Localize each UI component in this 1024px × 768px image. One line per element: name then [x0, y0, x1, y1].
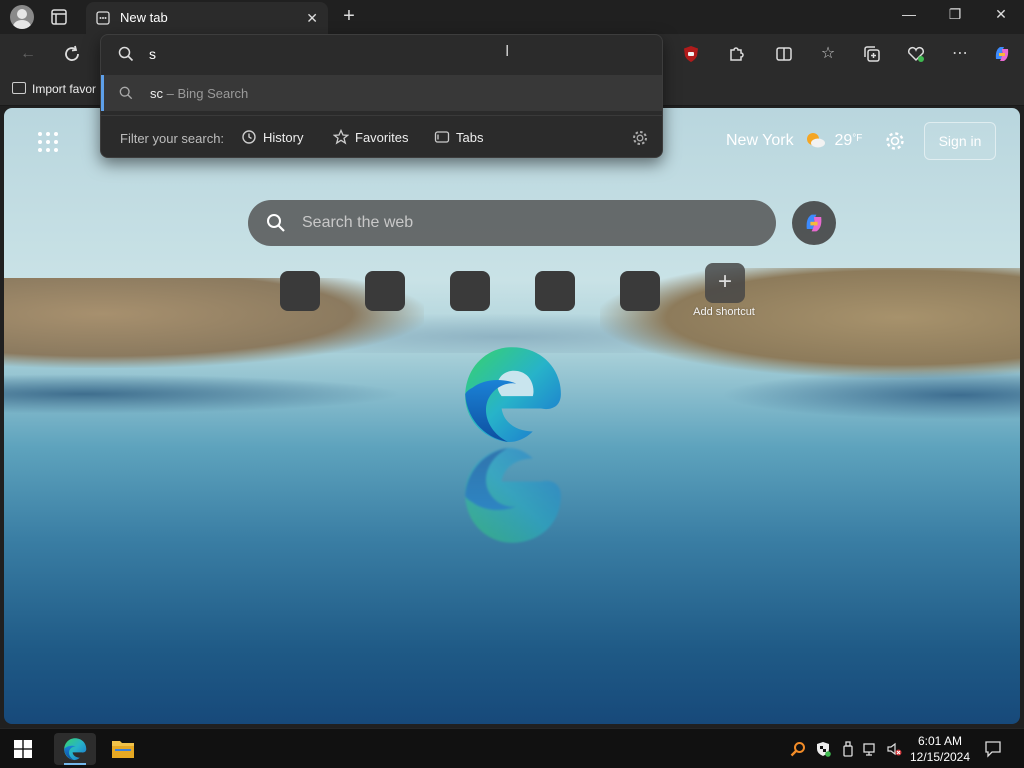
filter-history-label: History: [263, 130, 304, 145]
copilot-icon[interactable]: [992, 44, 1012, 64]
add-shortcut-label: Add shortcut: [693, 306, 755, 318]
search-settings-gear-icon[interactable]: [631, 129, 649, 147]
tab-title: New tab: [120, 10, 168, 25]
favorites-icon[interactable]: ☆: [818, 44, 838, 64]
network-icon[interactable]: [863, 741, 879, 757]
add-shortcut-button[interactable]: +: [705, 263, 745, 303]
star-icon: [332, 128, 350, 145]
import-favorites-label: Import favor: [32, 82, 97, 96]
weather-unit: °F: [852, 133, 863, 144]
new-tab-button[interactable]: +: [338, 5, 360, 28]
title-bar: New tab ✕ + — ❐ ✕: [0, 0, 1024, 34]
suggestion-text: sc – Bing Search: [150, 86, 248, 101]
restore-icon[interactable]: ❐: [940, 6, 970, 23]
windows-start-icon[interactable]: [14, 740, 32, 758]
tab-new-tab[interactable]: New tab ✕: [86, 2, 328, 34]
back-icon[interactable]: ←: [18, 44, 38, 64]
taskbar-edge-button[interactable]: [54, 733, 96, 765]
clock-date: 12/15/2024: [909, 750, 971, 764]
browser-essentials-icon[interactable]: [906, 44, 926, 64]
weather-temperature: 29: [834, 132, 853, 149]
filter-history-button[interactable]: History: [241, 129, 303, 145]
sign-in-button[interactable]: Sign in: [924, 122, 996, 160]
import-favorites-button[interactable]: Import favor: [12, 82, 96, 96]
collections-icon[interactable]: [862, 44, 882, 64]
web-search-input[interactable]: [302, 212, 742, 234]
taskbar-file-explorer-button[interactable]: [102, 733, 144, 765]
background-hill-right: [600, 268, 1020, 378]
filter-tabs-button[interactable]: Tabs: [434, 129, 483, 145]
shortcut-tile[interactable]: [280, 271, 320, 311]
app-launcher-icon[interactable]: [38, 132, 58, 152]
page-settings-icon[interactable]: [884, 130, 906, 152]
system-clock[interactable]: 6:01 AM 12/15/2024: [908, 733, 972, 765]
windows-taskbar: 6:01 AM 12/15/2024: [0, 728, 1024, 768]
minimize-icon[interactable]: —: [894, 6, 924, 22]
refresh-icon[interactable]: [62, 44, 82, 64]
search-tray-icon[interactable]: [790, 741, 806, 757]
shortcut-tile[interactable]: [620, 271, 660, 311]
search-icon: [267, 214, 285, 232]
background-shore-right: [720, 370, 1020, 420]
search-icon: [119, 86, 133, 100]
edge-icon: [64, 738, 87, 761]
new-tab-page: New York 29°F Sign in + Add shortcut: [4, 108, 1020, 724]
shortcut-tile[interactable]: [535, 271, 575, 311]
import-icon: [12, 82, 26, 94]
extensions-icon[interactable]: [726, 44, 746, 64]
edge-logo-reflection-icon: [465, 447, 561, 543]
shortcut-tile[interactable]: [450, 271, 490, 311]
profile-avatar-icon[interactable]: [10, 5, 34, 29]
weather-widget[interactable]: New York 29°F: [726, 132, 862, 150]
address-bar-dropdown: I sc – Bing Search Filter your search: H…: [100, 34, 663, 158]
tab-close-icon[interactable]: ✕: [306, 10, 318, 27]
background-hill-left: [4, 278, 424, 368]
tab-actions-icon[interactable]: [50, 8, 68, 26]
copilot-search-icon: [806, 214, 822, 232]
active-indicator: [64, 763, 86, 765]
filter-favorites-label: Favorites: [355, 130, 409, 145]
partly-cloudy-icon: [807, 133, 826, 148]
search-suggestion[interactable]: sc – Bing Search: [101, 75, 662, 111]
weather-location: New York: [726, 132, 794, 149]
background-shore-left: [4, 374, 404, 414]
filter-tabs-label: Tabs: [456, 130, 484, 145]
suggestion-query: sc: [150, 86, 163, 101]
copilot-search-button[interactable]: [792, 201, 836, 245]
filter-favorites-button[interactable]: Favorites: [332, 128, 409, 145]
web-search-box[interactable]: [248, 200, 776, 246]
address-input[interactable]: [149, 44, 629, 64]
new-tab-favicon-icon: [96, 11, 110, 25]
filter-label: Filter your search:: [120, 131, 225, 146]
folder-icon: [112, 741, 134, 758]
volume-muted-icon[interactable]: [886, 741, 902, 757]
tabs-icon: [434, 131, 450, 143]
clock-time: 6:01 AM: [917, 734, 963, 748]
usb-device-icon[interactable]: [840, 741, 856, 757]
split-screen-icon[interactable]: [774, 44, 794, 64]
search-icon: [118, 46, 134, 62]
more-menu-icon[interactable]: ⋯: [950, 44, 970, 64]
history-icon: [242, 130, 256, 144]
edge-logo-icon: [465, 347, 561, 443]
search-filter-row: Filter your search: History Favorites Ta…: [101, 115, 662, 159]
security-shield-icon[interactable]: [815, 741, 831, 757]
close-window-icon[interactable]: ✕: [986, 6, 1016, 23]
shortcut-tile[interactable]: [365, 271, 405, 311]
ublock-icon[interactable]: [681, 44, 701, 64]
notifications-icon[interactable]: [984, 740, 1002, 758]
text-cursor-icon: I: [505, 43, 510, 60]
suggestion-hint: – Bing Search: [166, 86, 249, 101]
address-bar[interactable]: I: [101, 35, 662, 73]
